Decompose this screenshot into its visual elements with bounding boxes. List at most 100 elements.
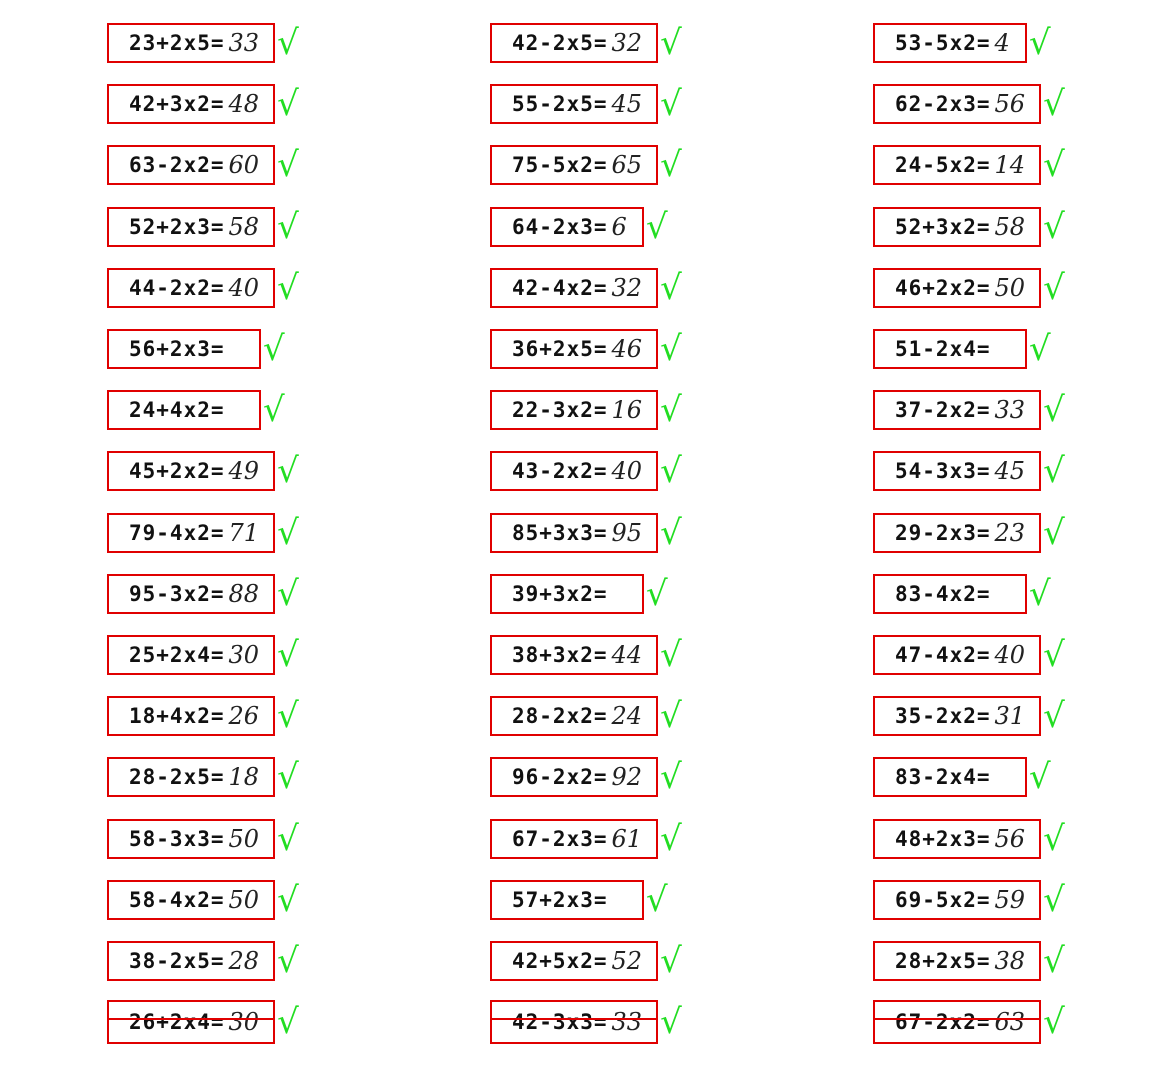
problem-row: 52+3x2= 58 √ (873, 207, 1065, 247)
problem-box: 42-3x3= 33 (490, 1000, 659, 1044)
problem-row: 64-2x3= 6 √ (490, 207, 668, 247)
problem-row: 75-5x2= 65 √ (490, 145, 682, 185)
check-mark-icon: √ (1043, 941, 1065, 981)
problem-expression: 42-4x2= (512, 276, 608, 300)
problem-row: 47-4x2= 40 √ (873, 635, 1065, 675)
handwritten-answer: 61 (611, 825, 643, 853)
check-mark-icon: √ (277, 757, 299, 797)
problem-row: 43-2x2= 40 √ (490, 451, 682, 491)
problem-box: 69-5x2= 59 (873, 880, 1042, 920)
problem-box: 22-3x2= 16 (490, 390, 659, 430)
problem-row: 26+2x4= 30 √ (107, 1000, 299, 1044)
problem-expression: 38+3x2= (512, 643, 608, 667)
problem-row: 58-3x3= 50 √ (107, 819, 299, 859)
problem-box: 52+2x3= 58 (107, 207, 276, 247)
handwritten-answer: 4 (994, 29, 1010, 57)
problem-expression: 58-4x2= (129, 888, 225, 912)
problem-expression: 18+4x2= (129, 704, 225, 728)
handwritten-answer: 14 (994, 151, 1026, 179)
problem-box: 42+5x2= 52 (490, 941, 659, 981)
handwritten-answer: 56 (994, 90, 1026, 118)
problem-expression: 79-4x2= (129, 521, 225, 545)
problem-row: 67-2x3= 61 √ (490, 819, 682, 859)
check-mark-icon: √ (1029, 329, 1051, 369)
problem-box: 35-2x2= 31 (873, 696, 1042, 736)
handwritten-answer: 26 (228, 702, 260, 730)
problem-box: 24-5x2= 14 (873, 145, 1042, 185)
check-mark-icon: √ (1043, 207, 1065, 247)
problem-row: 95-3x2= 88 √ (107, 574, 299, 614)
problem-box: 38-2x5= 28 (107, 941, 276, 981)
problem-row: 18+4x2= 26 √ (107, 696, 299, 736)
problem-row: 36+2x5= 46 √ (490, 329, 682, 369)
problem-expression: 42-3x3= (512, 1010, 608, 1034)
problem-box: 55-2x5= 45 (490, 84, 659, 124)
check-mark-icon: √ (660, 329, 682, 369)
problem-expression: 26+2x4= (129, 1010, 225, 1034)
problem-row: 28+2x5= 38 √ (873, 941, 1065, 981)
problem-expression: 63-2x2= (129, 153, 225, 177)
check-mark-icon: √ (646, 207, 668, 247)
problem-box: 29-2x3= 23 (873, 513, 1042, 553)
problem-row: 69-5x2= 59 √ (873, 880, 1065, 920)
handwritten-answer: 40 (611, 457, 643, 485)
check-mark-icon: √ (1043, 84, 1065, 124)
problem-row: 54-3x3= 45 √ (873, 451, 1065, 491)
problem-expression: 39+3x2= (512, 582, 608, 606)
handwritten-answer: 31 (994, 702, 1026, 730)
problem-row: 45+2x2= 49 √ (107, 451, 299, 491)
problem-expression: 52+3x2= (895, 215, 991, 239)
problem-row: 85+3x3= 95 √ (490, 513, 682, 553)
check-mark-icon: √ (646, 574, 668, 614)
problem-row: 83-2x4= √ (873, 757, 1051, 797)
handwritten-answer: 33 (994, 396, 1026, 424)
handwritten-answer: 32 (611, 274, 643, 302)
problem-row: 46+2x2= 50 √ (873, 268, 1065, 308)
problem-expression: 51-2x4= (895, 337, 991, 361)
handwritten-answer: 48 (228, 90, 260, 118)
handwritten-answer: 50 (228, 825, 260, 853)
problem-expression: 24-5x2= (895, 153, 991, 177)
problem-box: 23+2x5= 33 (107, 23, 276, 63)
problem-box: 51-2x4= (873, 329, 1027, 369)
handwritten-answer: 52 (611, 947, 643, 975)
problem-expression: 24+4x2= (129, 398, 225, 422)
check-mark-icon: √ (660, 451, 682, 491)
problem-expression: 83-4x2= (895, 582, 991, 606)
problem-box: 67-2x3= 61 (490, 819, 659, 859)
problem-row: 25+2x4= 30 √ (107, 635, 299, 675)
check-mark-icon: √ (1043, 513, 1065, 553)
handwritten-answer: 95 (611, 519, 643, 547)
problem-row: 39+3x2= √ (490, 574, 668, 614)
check-mark-icon: √ (277, 880, 299, 920)
problem-expression: 47-4x2= (895, 643, 991, 667)
problem-box: 25+2x4= 30 (107, 635, 276, 675)
check-mark-icon: √ (277, 23, 299, 63)
problem-expression: 69-5x2= (895, 888, 991, 912)
problem-expression: 42+5x2= (512, 949, 608, 973)
check-mark-icon: √ (660, 757, 682, 797)
check-mark-icon: √ (277, 513, 299, 553)
problem-expression: 64-2x3= (512, 215, 608, 239)
check-mark-icon: √ (277, 574, 299, 614)
check-mark-icon: √ (277, 84, 299, 124)
handwritten-answer: 59 (994, 886, 1026, 914)
problem-row: 24-5x2= 14 √ (873, 145, 1065, 185)
check-mark-icon: √ (1043, 1002, 1065, 1042)
problem-row: 57+2x3= √ (490, 880, 668, 920)
check-mark-icon: √ (1043, 880, 1065, 920)
handwritten-answer: 33 (611, 1008, 643, 1036)
handwritten-answer: 65 (611, 151, 643, 179)
handwritten-answer: 24 (611, 702, 643, 730)
handwritten-answer: 23 (994, 519, 1026, 547)
check-mark-icon: √ (277, 451, 299, 491)
handwritten-answer: 32 (611, 29, 643, 57)
problem-box: 28-2x5= 18 (107, 757, 276, 797)
problem-expression: 62-2x3= (895, 92, 991, 116)
check-mark-icon: √ (263, 390, 285, 430)
problem-box: 28-2x2= 24 (490, 696, 659, 736)
problem-row: 67-2x2= 63 √ (873, 1000, 1065, 1044)
problem-row: 42+5x2= 52 √ (490, 941, 682, 981)
check-mark-icon: √ (277, 207, 299, 247)
problem-expression: 56+2x3= (129, 337, 225, 361)
